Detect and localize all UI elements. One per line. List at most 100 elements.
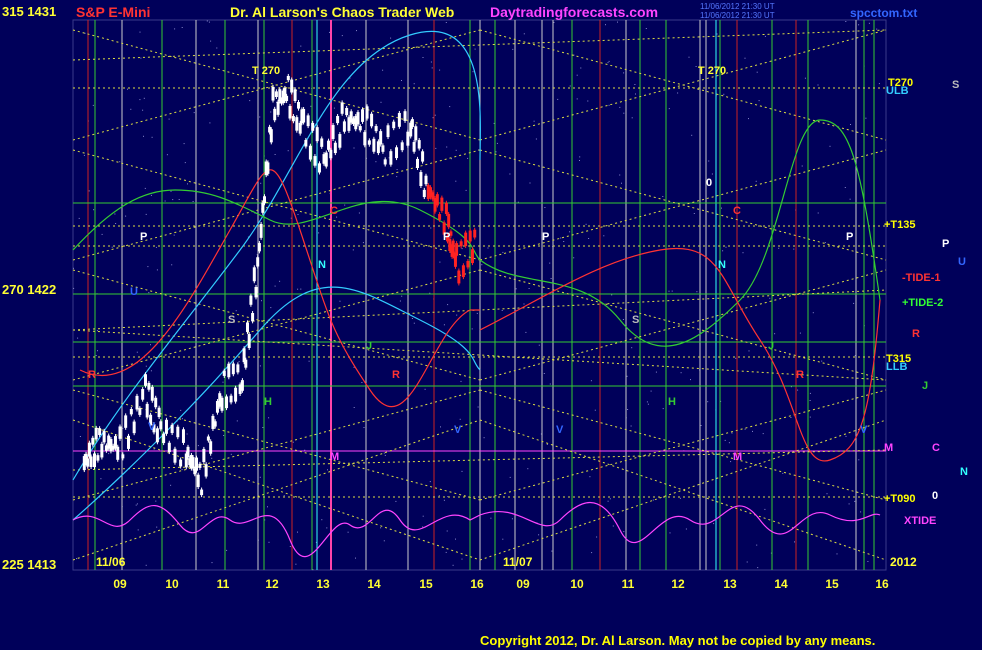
candle-body: [370, 113, 374, 127]
candle-body: [315, 127, 319, 142]
x-tick-label: 13: [316, 577, 330, 591]
candle-body: [473, 229, 477, 238]
star: [538, 344, 540, 346]
star: [809, 416, 811, 418]
star: [502, 251, 504, 253]
candle-body: [155, 428, 159, 443]
star: [76, 558, 77, 560]
star: [236, 420, 238, 422]
candle-body: [195, 457, 198, 471]
star: [527, 468, 529, 470]
candle-body: [342, 121, 346, 132]
star: [174, 28, 176, 30]
star: [362, 242, 364, 244]
candle-body: [424, 175, 428, 185]
star: [854, 500, 856, 502]
star: [707, 401, 709, 403]
star: [713, 523, 715, 525]
star: [626, 375, 628, 377]
star: [623, 112, 625, 114]
star: [136, 503, 138, 505]
star: [78, 217, 80, 219]
star: [144, 187, 146, 189]
star: [799, 332, 801, 334]
star: [310, 105, 312, 107]
star: [150, 194, 152, 196]
star: [183, 143, 185, 145]
star: [83, 154, 85, 156]
candle-body: [313, 156, 317, 166]
candle-body: [220, 397, 224, 411]
star: [744, 57, 746, 59]
star: [588, 238, 590, 239]
star: [550, 278, 552, 279]
star: [95, 355, 97, 356]
star: [829, 145, 831, 147]
star: [867, 561, 869, 562]
x-tick-label: 11: [217, 577, 230, 591]
planet-label: J: [366, 340, 372, 352]
planet-label: M: [330, 451, 339, 463]
candle-body: [444, 202, 448, 215]
candle-body: [96, 455, 100, 461]
candle-body: [98, 428, 102, 436]
candle-body: [209, 441, 213, 454]
star: [292, 441, 294, 443]
star: [662, 196, 664, 197]
star: [465, 189, 467, 191]
candle-body: [422, 189, 426, 198]
star: [424, 388, 426, 390]
site-link[interactable]: Daytradingforecasts.com: [490, 4, 658, 20]
date-label-2: 11/07: [503, 555, 533, 569]
star: [576, 74, 578, 76]
star: [186, 433, 188, 435]
star: [623, 531, 625, 533]
star: [347, 531, 349, 533]
x-tick-label: 12: [265, 577, 279, 591]
right-label: +T090: [884, 493, 916, 505]
star: [142, 109, 144, 111]
star: [390, 37, 392, 39]
star: [860, 511, 862, 513]
star: [156, 526, 158, 528]
star: [139, 99, 141, 101]
candle-body: [336, 116, 340, 124]
candle-body: [147, 382, 151, 390]
star: [809, 392, 811, 394]
star: [352, 249, 354, 251]
candle-body: [293, 89, 297, 101]
star: [210, 40, 212, 42]
star: [308, 360, 310, 362]
star: [339, 300, 341, 302]
star: [261, 300, 262, 302]
star: [858, 24, 860, 26]
star: [353, 366, 355, 368]
candle-body: [135, 395, 139, 410]
candle-body: [340, 102, 344, 114]
candle-body: [417, 140, 421, 149]
star: [543, 373, 545, 374]
star: [413, 322, 415, 324]
planet-label: M: [733, 451, 742, 463]
star: [538, 534, 540, 536]
star: [845, 21, 847, 22]
candle-body: [324, 152, 328, 167]
candle-body: [181, 429, 185, 443]
candle-body: [93, 453, 96, 468]
star: [529, 182, 531, 184]
star: [182, 418, 183, 420]
star: [483, 437, 485, 439]
candle-body: [403, 111, 407, 121]
planet-label: H: [264, 396, 272, 408]
star: [858, 459, 860, 461]
candle-body: [386, 125, 390, 138]
candle-body: [406, 131, 410, 146]
candle-body: [435, 194, 439, 206]
star: [171, 264, 173, 266]
star: [383, 540, 385, 542]
candle-body: [361, 109, 365, 122]
star: [135, 504, 137, 506]
candle-body: [389, 151, 393, 165]
star: [355, 557, 356, 559]
star: [143, 135, 144, 137]
